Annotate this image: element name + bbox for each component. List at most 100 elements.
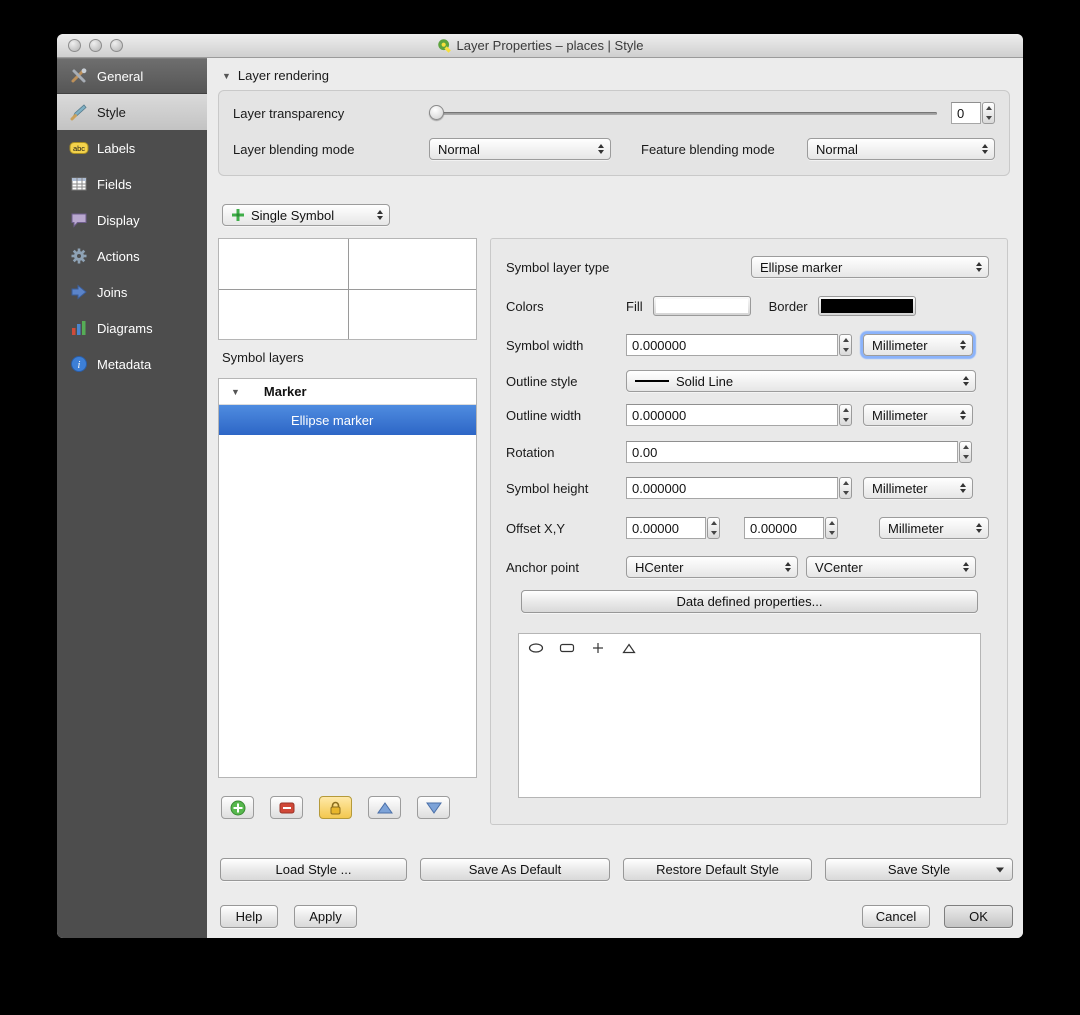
colors-label: Colors [506,298,544,314]
feature-blending-label: Feature blending mode [641,141,775,157]
help-button[interactable]: Help [220,905,278,928]
join-arrow-icon [69,283,89,301]
tools-icon [69,67,89,85]
sidebar-item-label: Joins [97,284,128,300]
outline-width-field[interactable] [626,404,838,426]
move-layer-down-button[interactable] [417,796,450,819]
zoom-window-button[interactable] [110,39,123,52]
symbol-width-field[interactable] [626,334,838,356]
renderer-value: Single Symbol [251,207,335,223]
outline-width-stepper[interactable] [839,404,852,426]
popup-arrows-icon [960,340,966,350]
border-label: Border [768,298,808,314]
rotation-stepper[interactable] [959,441,972,463]
offset-unit-select[interactable]: Millimeter [879,517,989,539]
close-window-button[interactable] [68,39,81,52]
symbol-height-unit-select[interactable]: Millimeter [863,477,973,499]
sidebar-item-display[interactable]: Display [57,202,207,238]
triangle-shape-option[interactable] [620,641,638,655]
renderer-select[interactable]: Single Symbol [222,204,390,226]
popup-arrows-icon [960,410,966,420]
sidebar-item-actions[interactable]: Actions [57,238,207,274]
layer-blending-select[interactable]: Normal [429,138,611,160]
cancel-button[interactable]: Cancel [862,905,930,928]
feature-blending-select[interactable]: Normal [807,138,995,160]
offset-x-field[interactable] [626,517,706,539]
symbol-layer-properties-panel: Symbol layer type Ellipse marker Colors … [490,238,1008,825]
layer-properties-window: Layer Properties – places | Style Genera… [57,34,1023,938]
transparency-stepper[interactable] [982,102,995,124]
layer-blending-value: Normal [438,141,480,157]
save-style-menu-button[interactable]: Save Style [825,858,1013,881]
symbol-width-stepper[interactable] [839,334,852,356]
offset-x-stepper[interactable] [707,517,720,539]
symbol-width-unit-select[interactable]: Millimeter [863,334,973,356]
rotation-field[interactable] [626,441,958,463]
fill-color-button[interactable] [652,296,751,316]
popup-arrows-icon [982,144,988,154]
slider-thumb[interactable] [429,105,444,120]
anchor-h-select[interactable]: HCenter [626,556,798,578]
add-symbol-layer-button[interactable] [221,796,254,819]
svg-text:i: i [78,360,81,371]
symbol-layers-tree: ▼ Marker Ellipse marker [218,378,477,778]
sidebar-item-diagrams[interactable]: Diagrams [57,310,207,346]
lock-icon [330,801,341,814]
layer-blending-label: Layer blending mode [233,141,355,157]
popup-arrows-icon [960,483,966,493]
symbol-height-field[interactable] [626,477,838,499]
ellipse-shape-list [518,633,981,798]
slider-track[interactable] [429,112,937,115]
sidebar-item-joins[interactable]: Joins [57,274,207,310]
popup-arrows-icon [785,562,791,572]
outline-width-label: Outline width [506,407,582,423]
sidebar-item-style[interactable]: Style [57,94,207,130]
minimize-window-button[interactable] [89,39,102,52]
layer-rendering-header[interactable]: ▼ Layer rendering [222,68,329,83]
load-style-button[interactable]: Load Style ... [220,858,407,881]
ellipse-shape-option[interactable] [527,641,545,655]
save-as-default-button[interactable]: Save As Default [420,858,610,881]
disclosure-triangle-icon: ▼ [222,70,231,81]
data-defined-properties-button[interactable]: Data defined properties... [521,590,978,613]
lock-layer-color-button[interactable] [319,796,352,819]
transparency-slider[interactable] [429,105,937,121]
outline-style-select[interactable]: Solid Line [626,370,976,392]
sidebar-item-label: Fields [97,176,132,192]
tree-item-ellipse-marker[interactable]: Ellipse marker [219,405,476,435]
anchor-v-select[interactable]: VCenter [806,556,976,578]
style-page: ▼ Layer rendering Layer transparency Lay… [207,58,1023,938]
titlebar: Layer Properties – places | Style [57,34,1023,58]
popup-arrows-icon [976,262,982,272]
move-layer-up-button[interactable] [368,796,401,819]
transparency-value-field[interactable] [951,102,981,124]
sidebar-item-general[interactable]: General [57,58,207,94]
symbol-preview [218,238,477,340]
rectangle-shape-option[interactable] [558,641,576,655]
remove-symbol-layer-button[interactable] [270,796,303,819]
symbol-layer-type-select[interactable]: Ellipse marker [751,256,989,278]
apply-button[interactable]: Apply [294,905,357,928]
symbol-height-stepper[interactable] [839,477,852,499]
outline-width-unit-select[interactable]: Millimeter [863,404,973,426]
tree-item-marker[interactable]: ▼ Marker [219,379,476,405]
offset-y-field[interactable] [744,517,824,539]
cross-shape-option[interactable] [589,641,607,655]
offset-y-stepper[interactable] [825,517,838,539]
restore-default-style-button[interactable]: Restore Default Style [623,858,812,881]
sidebar-item-fields[interactable]: Fields [57,166,207,202]
rotation-label: Rotation [506,444,555,460]
info-icon: i [69,355,89,373]
svg-text:abc: abc [73,144,85,153]
ok-button[interactable]: OK [944,905,1013,928]
border-color-button[interactable] [817,296,916,316]
anchor-point-label: Anchor point [506,559,579,575]
sidebar-item-metadata[interactable]: i Metadata [57,346,207,382]
layer-transparency-label: Layer transparency [233,105,345,121]
gear-icon [69,247,89,265]
popup-arrows-icon [963,376,969,386]
anchor-v-value: VCenter [815,559,863,575]
symbol-height-unit-value: Millimeter [872,480,928,496]
sidebar-item-labels[interactable]: abc Labels [57,130,207,166]
marker-group-label: Marker [263,384,307,399]
